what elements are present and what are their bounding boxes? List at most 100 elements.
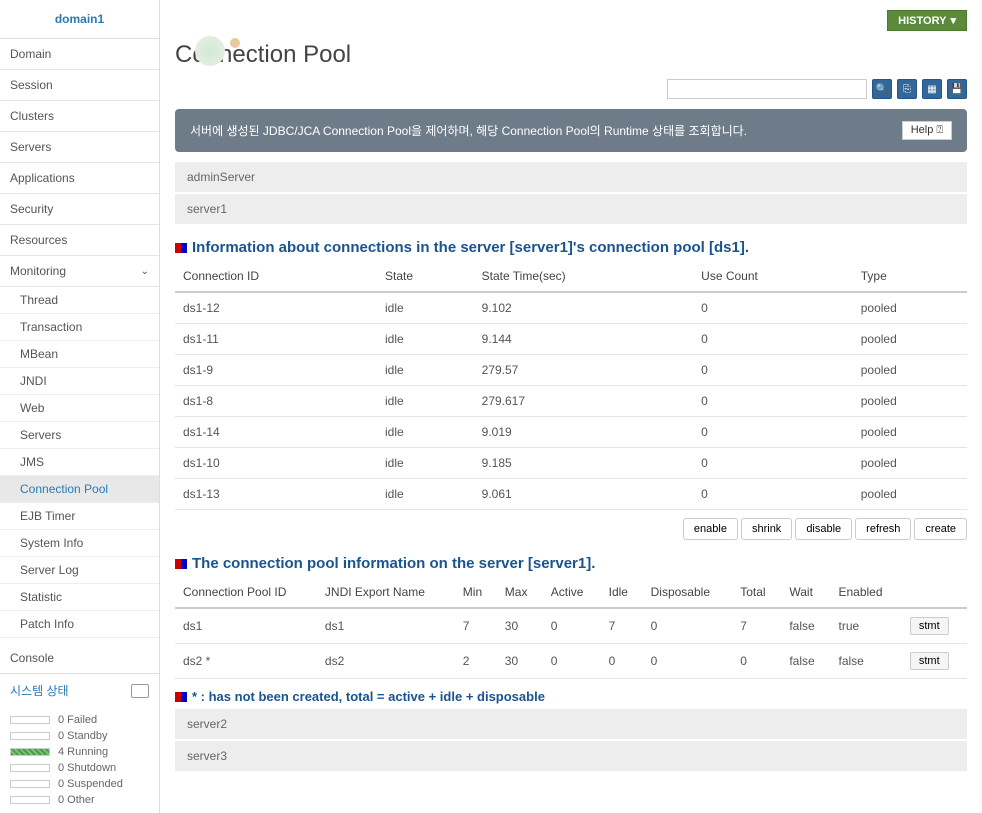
- server-item[interactable]: server1: [175, 194, 967, 224]
- sidebar-item-jndi[interactable]: JNDI: [0, 368, 159, 395]
- nav-item-security[interactable]: Security: [0, 194, 159, 225]
- nav-item-resources[interactable]: Resources: [0, 225, 159, 256]
- table-cell: pooled: [853, 479, 967, 510]
- nav-monitoring[interactable]: Monitoring ⌄: [0, 256, 159, 287]
- enable-button[interactable]: enable: [683, 518, 738, 540]
- stmt-button[interactable]: stmt: [910, 652, 949, 670]
- banner-text: 서버에 생성된 JDBC/JCA Connection Pool을 제어하며, …: [190, 122, 747, 139]
- table-cell: ds1-10: [175, 448, 377, 479]
- table-cell: 2: [455, 644, 497, 679]
- table-header: State Time(sec): [474, 261, 694, 292]
- status-list: 0 Failed0 Standby4 Running0 Shutdown0 Su…: [0, 707, 159, 813]
- table-row[interactable]: ds1-9idle279.570pooled: [175, 355, 967, 386]
- sidebar-item-thread[interactable]: Thread: [0, 287, 159, 314]
- sidebar-item-patch-info[interactable]: Patch Info: [0, 611, 159, 638]
- connections-table: Connection IDStateState Time(sec)Use Cou…: [175, 261, 967, 510]
- table-cell: idle: [377, 324, 474, 355]
- table-cell: 9.019: [474, 417, 694, 448]
- status-label: 4 Running: [58, 746, 108, 758]
- table-cell: 0: [643, 608, 733, 644]
- info-banner: 서버에 생성된 JDBC/JCA Connection Pool을 제어하며, …: [175, 109, 967, 152]
- xml-icon[interactable]: ▦: [922, 79, 942, 99]
- sidebar-item-ejb-timer[interactable]: EJB Timer: [0, 503, 159, 530]
- table-header: Enabled: [830, 577, 901, 608]
- table-header: Connection Pool ID: [175, 577, 317, 608]
- table-cell: 30: [497, 608, 543, 644]
- table-cell: false: [781, 644, 830, 679]
- sidebar-item-jms[interactable]: JMS: [0, 449, 159, 476]
- export-icon[interactable]: ⎘: [897, 79, 917, 99]
- table-row[interactable]: ds2 *ds22300000falsefalsestmt: [175, 644, 967, 679]
- shrink-button[interactable]: shrink: [741, 518, 792, 540]
- status-row: 0 Standby: [10, 728, 149, 744]
- nav-item-session[interactable]: Session: [0, 70, 159, 101]
- nav-item-applications[interactable]: Applications: [0, 163, 159, 194]
- create-button[interactable]: create: [914, 518, 967, 540]
- table-header: Total: [732, 577, 781, 608]
- sidebar-item-transaction[interactable]: Transaction: [0, 314, 159, 341]
- server-item[interactable]: server3: [175, 741, 967, 771]
- section2-title: The connection pool information on the s…: [175, 555, 967, 572]
- table-cell: 279.57: [474, 355, 694, 386]
- monitor-icon: [131, 684, 149, 698]
- server-item[interactable]: adminServer: [175, 162, 967, 192]
- status-label: 0 Standby: [58, 730, 108, 742]
- status-label: 0 Failed: [58, 714, 97, 726]
- help-button[interactable]: Help ⍰: [902, 121, 952, 140]
- status-label: 0 Shutdown: [58, 762, 116, 774]
- table-cell: 9.061: [474, 479, 694, 510]
- console-header: Console: [0, 643, 159, 674]
- domain-title[interactable]: domain1: [0, 0, 159, 39]
- status-row: 0 Other: [10, 792, 149, 808]
- table-header: Active: [543, 577, 601, 608]
- table-row[interactable]: ds1ds17300707falsetruestmt: [175, 608, 967, 644]
- table-cell: 0: [693, 386, 853, 417]
- sidebar: domain1 DomainSessionClustersServersAppl…: [0, 0, 160, 813]
- history-button[interactable]: HISTORY ▾: [887, 10, 967, 31]
- sidebar-item-system-info[interactable]: System Info: [0, 530, 159, 557]
- table-cell: ds1-13: [175, 479, 377, 510]
- table-header: Type: [853, 261, 967, 292]
- pool-table: Connection Pool IDJNDI Export NameMinMax…: [175, 577, 967, 679]
- table-cell: ds1-11: [175, 324, 377, 355]
- table-cell: idle: [377, 479, 474, 510]
- refresh-button[interactable]: refresh: [855, 518, 911, 540]
- stmt-button[interactable]: stmt: [910, 617, 949, 635]
- nav-item-domain[interactable]: Domain: [0, 39, 159, 70]
- search-input[interactable]: [667, 79, 867, 99]
- sidebar-item-statistic[interactable]: Statistic: [0, 584, 159, 611]
- server-item[interactable]: server2: [175, 709, 967, 739]
- table-header: Wait: [781, 577, 830, 608]
- table-cell: 0: [601, 644, 643, 679]
- table-row[interactable]: ds1-14idle9.0190pooled: [175, 417, 967, 448]
- disable-button[interactable]: disable: [795, 518, 852, 540]
- status-bar: [10, 748, 50, 756]
- nav-item-servers[interactable]: Servers: [0, 132, 159, 163]
- table-cell: idle: [377, 355, 474, 386]
- search-icon[interactable]: 🔍: [872, 79, 892, 99]
- table-cell: 0: [693, 448, 853, 479]
- sidebar-item-mbean[interactable]: MBean: [0, 341, 159, 368]
- table-row[interactable]: ds1-13idle9.0610pooled: [175, 479, 967, 510]
- table-cell: 30: [497, 644, 543, 679]
- save-icon[interactable]: 💾: [947, 79, 967, 99]
- sidebar-item-connection-pool[interactable]: Connection Pool: [0, 476, 159, 503]
- sidebar-item-servers[interactable]: Servers: [0, 422, 159, 449]
- table-row[interactable]: ds1-12idle9.1020pooled: [175, 292, 967, 324]
- history-label: HISTORY: [898, 15, 946, 27]
- table-row[interactable]: ds1-11idle9.1440pooled: [175, 324, 967, 355]
- table-header: [902, 577, 967, 608]
- sidebar-item-web[interactable]: Web: [0, 395, 159, 422]
- table-row[interactable]: ds1-10idle9.1850pooled: [175, 448, 967, 479]
- flag-icon: [175, 692, 187, 702]
- system-status-title: 시스템 상태: [10, 682, 69, 699]
- table-cell: pooled: [853, 292, 967, 324]
- table-cell: 0: [693, 479, 853, 510]
- table-cell: false: [781, 608, 830, 644]
- table-row[interactable]: ds1-8idle279.6170pooled: [175, 386, 967, 417]
- table-cell: 0: [693, 324, 853, 355]
- sidebar-item-server-log[interactable]: Server Log: [0, 557, 159, 584]
- nav-item-clusters[interactable]: Clusters: [0, 101, 159, 132]
- status-row: 4 Running: [10, 744, 149, 760]
- table-cell: 9.185: [474, 448, 694, 479]
